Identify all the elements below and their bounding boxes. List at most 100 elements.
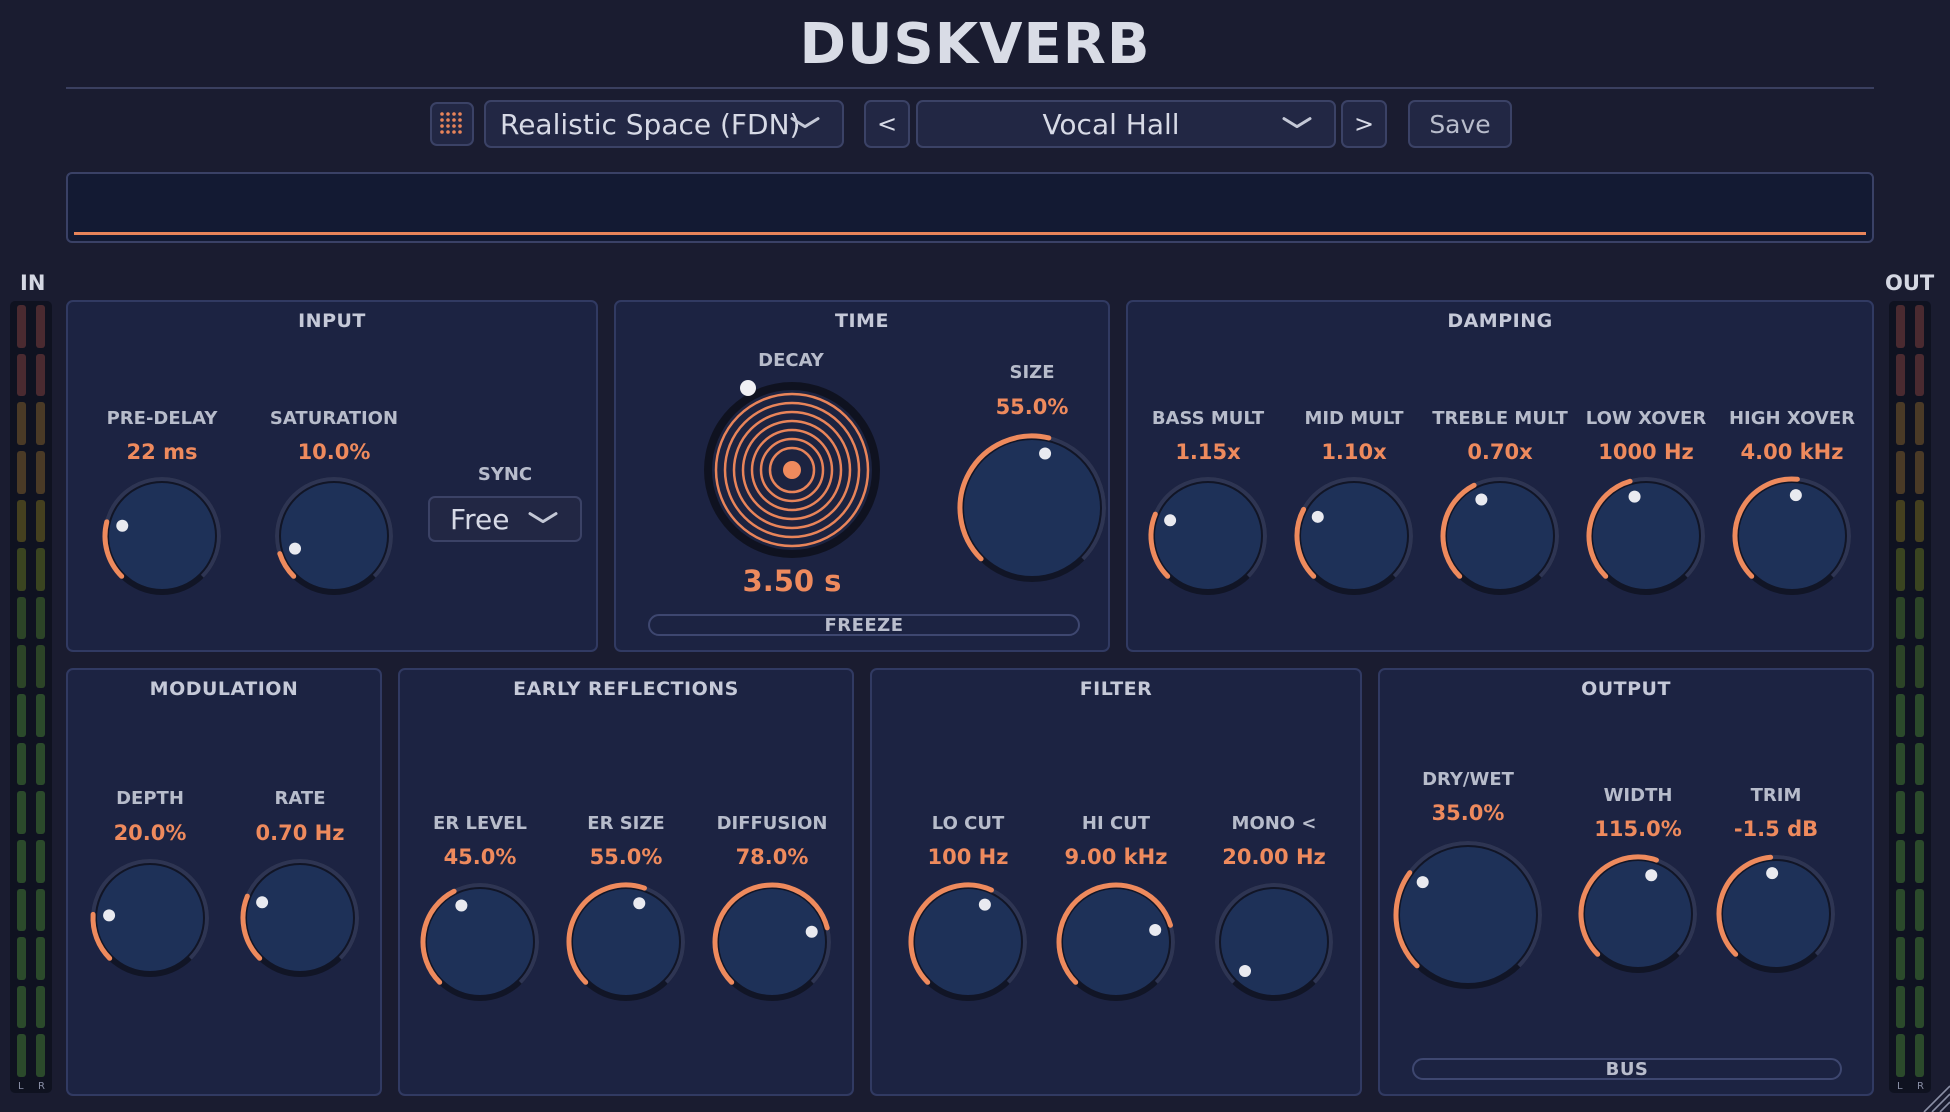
decay-knob[interactable] — [702, 380, 882, 560]
chevron-down-icon — [790, 117, 820, 129]
saturation-label: SATURATION — [269, 408, 399, 429]
meter-segment — [1896, 694, 1905, 737]
damping-panel: DAMPING BASS MULT 1.15x MID MULT 1.10x T… — [1126, 300, 1874, 652]
er-level-knob[interactable] — [420, 882, 540, 1002]
meter-segment — [1915, 791, 1924, 834]
lo-cut-knob[interactable] — [908, 882, 1028, 1002]
meter-segment — [1915, 694, 1924, 737]
output-meter-label: OUT — [1885, 271, 1935, 295]
output-meter-left-channel — [1896, 305, 1905, 1077]
input-panel: INPUT PRE-DELAY 22 ms SATURATION 10.0% S… — [66, 300, 598, 652]
sync-dropdown[interactable]: Free — [428, 496, 582, 542]
er-size-knob[interactable] — [566, 882, 686, 1002]
size-knob[interactable] — [957, 433, 1107, 583]
early-reflections-panel: EARLY REFLECTIONS ER LEVEL 45.0% ER SIZE… — [398, 668, 854, 1096]
meter-segment — [1915, 1034, 1924, 1077]
meter-segment — [36, 499, 45, 543]
meter-segment — [36, 548, 45, 591]
meter-segment — [17, 985, 26, 1029]
mid-mult-label: MID MULT — [1304, 408, 1404, 429]
input-meter: L R — [10, 301, 52, 1093]
meter-segment — [36, 742, 45, 786]
trim-value: -1.5 dB — [1733, 817, 1819, 841]
save-button[interactable]: Save — [1408, 100, 1512, 148]
depth-label: DEPTH — [116, 788, 184, 809]
width-value: 115.0% — [1594, 817, 1682, 841]
trim-knob[interactable] — [1716, 854, 1836, 974]
next-preset-button[interactable]: > — [1341, 100, 1387, 148]
mid-mult-knob[interactable] — [1294, 476, 1414, 596]
meter-segment — [17, 645, 26, 688]
bus-button[interactable]: BUS — [1412, 1058, 1842, 1080]
resize-grip-icon[interactable] — [1916, 1078, 1950, 1112]
dry-wet-label: DRY/WET — [1422, 769, 1514, 790]
high-xover-knob[interactable] — [1732, 476, 1852, 596]
meter-segment — [36, 985, 45, 1029]
mono-knob[interactable] — [1214, 882, 1334, 1002]
hi-cut-knob[interactable] — [1056, 882, 1176, 1002]
hi-cut-value: 9.00 kHz — [1064, 845, 1168, 869]
saturation-knob[interactable] — [274, 476, 394, 596]
treble-mult-knob[interactable] — [1440, 476, 1560, 596]
meter-segment — [1915, 888, 1924, 932]
meter-segment — [1896, 548, 1905, 591]
preset-dropdown[interactable]: Vocal Hall — [916, 100, 1336, 148]
meter-segment — [17, 694, 26, 737]
high-xover-value: 4.00 kHz — [1740, 440, 1844, 464]
meter-segment — [1896, 1034, 1905, 1077]
er-level-label: ER LEVEL — [433, 813, 527, 834]
title-divider — [66, 87, 1874, 89]
meter-segment — [1915, 596, 1924, 640]
input-panel-title: INPUT — [298, 310, 366, 332]
early-reflections-panel-title: EARLY REFLECTIONS — [513, 678, 739, 700]
prev-preset-button[interactable]: < — [864, 100, 910, 148]
meter-segment — [1896, 353, 1905, 397]
meter-segment — [17, 596, 26, 640]
pre-delay-knob[interactable] — [102, 476, 222, 596]
decay-value: 3.50 s — [742, 564, 842, 598]
bass-mult-value: 1.15x — [1175, 440, 1241, 464]
meter-segment — [1896, 888, 1905, 932]
trim-label: TRIM — [1750, 785, 1802, 806]
filter-panel-title: FILTER — [1079, 678, 1153, 700]
width-knob[interactable] — [1578, 854, 1698, 974]
mono-value: 20.00 Hz — [1222, 845, 1326, 869]
lo-cut-value: 100 Hz — [927, 845, 1009, 869]
grid-menu-button[interactable] — [430, 102, 474, 146]
meter-segment — [17, 791, 26, 834]
rate-label: RATE — [274, 788, 326, 809]
low-xover-knob[interactable] — [1586, 476, 1706, 596]
diffusion-knob[interactable] — [712, 882, 832, 1002]
meter-segment — [36, 1034, 45, 1077]
meter-segment — [17, 450, 26, 494]
rate-knob[interactable] — [240, 858, 360, 978]
input-meter-right-channel — [36, 305, 45, 1077]
sync-label: SYNC — [477, 464, 533, 485]
algorithm-dropdown[interactable]: Realistic Space (FDN) — [484, 100, 844, 148]
depth-value: 20.0% — [113, 821, 187, 845]
size-value: 55.0% — [995, 395, 1069, 419]
meter-segment — [17, 499, 26, 543]
meter-segment — [1915, 839, 1924, 883]
grid-icon — [440, 112, 462, 134]
bass-mult-knob[interactable] — [1148, 476, 1268, 596]
depth-knob[interactable] — [90, 858, 210, 978]
reverb-display — [66, 172, 1874, 243]
meter-l-label: L — [18, 1081, 24, 1092]
meter-segment — [36, 839, 45, 883]
freeze-button[interactable]: FREEZE — [648, 614, 1080, 636]
mono-label: MONO < — [1231, 813, 1317, 834]
meter-segment — [1915, 985, 1924, 1029]
dry-wet-knob[interactable] — [1393, 840, 1543, 990]
meter-segment — [36, 596, 45, 640]
treble-mult-value: 0.70x — [1467, 440, 1533, 464]
meter-r-label: R — [38, 1081, 45, 1092]
meter-segment — [1915, 742, 1924, 786]
mid-mult-value: 1.10x — [1321, 440, 1387, 464]
output-panel: OUTPUT DRY/WET 35.0% WIDTH 115.0% TRIM -… — [1378, 668, 1874, 1096]
meter-segment — [1896, 305, 1905, 348]
pre-delay-label: PRE-DELAY — [106, 408, 218, 429]
bass-mult-label: BASS MULT — [1151, 408, 1265, 429]
meter-segment — [36, 888, 45, 932]
meter-segment — [36, 937, 45, 980]
